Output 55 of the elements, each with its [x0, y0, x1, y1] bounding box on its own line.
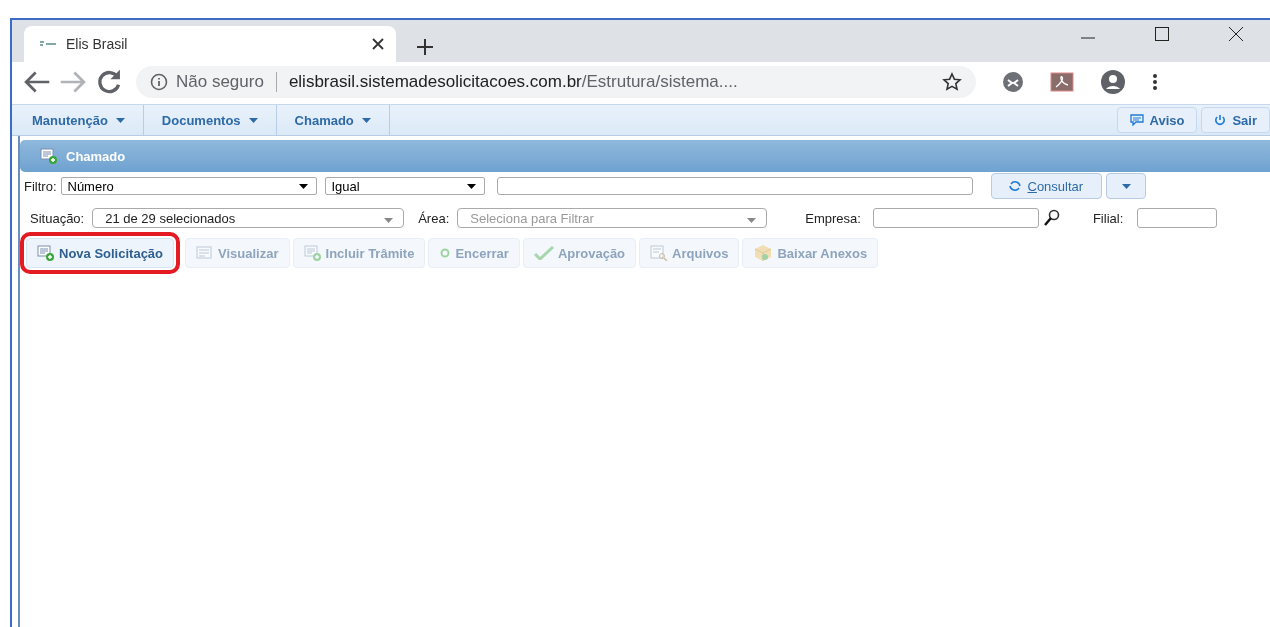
filial-field[interactable]	[1137, 208, 1218, 228]
power-icon	[1214, 114, 1227, 126]
message-icon	[1129, 114, 1144, 126]
filter-label: Filtro:	[24, 178, 57, 194]
address-bar[interactable]: Não seguro elisbrasil.sistemadesolicitacoes.com.br/Estrutura/sistema....	[136, 66, 976, 98]
area-label: Área:	[418, 210, 450, 226]
notice-button[interactable]: Aviso	[1116, 107, 1198, 133]
dropdown-arrow-icon	[298, 183, 308, 189]
caret-icon	[115, 117, 125, 123]
logout-button[interactable]: Sair	[1201, 107, 1270, 133]
field-dropdown[interactable]: Número	[60, 177, 317, 195]
dropdown-arrow-icon	[384, 217, 394, 223]
menu-item[interactable]: Chamado	[276, 105, 390, 135]
check-icon	[533, 246, 554, 260]
star-icon[interactable]	[942, 72, 962, 92]
package-icon	[753, 244, 774, 262]
close-icon[interactable]	[372, 38, 384, 50]
dropdown-arrow-icon	[466, 183, 476, 189]
situacao-dropdown[interactable]: 21 de 29 selecionados	[92, 208, 405, 228]
panel-title: Chamado	[66, 148, 126, 164]
refresh-icon	[1007, 179, 1022, 193]
operator-dropdown[interactable]: Igual	[324, 177, 485, 195]
options-button[interactable]	[1106, 173, 1147, 199]
extension-icon[interactable]	[1002, 71, 1024, 93]
empresa-label: Empresa:	[805, 210, 861, 226]
form-add-icon	[303, 245, 322, 261]
pdf-icon[interactable]	[1050, 72, 1074, 92]
url-text: elisbrasil.sistemadesolicitacoes.com.br/Estrutura/sistema....	[288, 72, 738, 92]
circle-icon	[439, 247, 452, 259]
dropdown-arrow-icon	[747, 217, 757, 223]
close-icon[interactable]	[1228, 26, 1244, 42]
favicon-icon	[40, 40, 56, 48]
empresa-field[interactable]	[872, 208, 1039, 228]
maximize-icon[interactable]	[1154, 26, 1170, 42]
menu-icon[interactable]	[1152, 73, 1158, 91]
caret-icon	[248, 117, 258, 123]
security-label: Não seguro	[176, 72, 264, 92]
area-dropdown[interactable]: Seleciona para Filtrar	[457, 208, 768, 228]
situacao-label: Situação:	[30, 210, 85, 226]
caret-icon	[361, 117, 371, 123]
new-tab-icon[interactable]	[416, 38, 434, 56]
form-view-icon	[196, 245, 215, 261]
form-add-icon	[40, 148, 58, 164]
search-icon[interactable]	[1042, 209, 1061, 227]
menu-item[interactable]: Documentos	[143, 105, 277, 135]
account-icon[interactable]	[1100, 69, 1126, 95]
consultar-button[interactable]: Consultar	[990, 173, 1103, 199]
caret-icon	[1121, 183, 1131, 189]
info-icon	[150, 73, 168, 91]
filter-value-field[interactable]	[496, 177, 973, 195]
menu-item[interactable]: Manutenção	[12, 105, 144, 135]
form-add-icon	[37, 245, 55, 261]
document-search-icon	[650, 245, 669, 261]
filial-label: Filial:	[1092, 210, 1124, 226]
browser-tab[interactable]: Elis Brasil	[24, 26, 396, 62]
